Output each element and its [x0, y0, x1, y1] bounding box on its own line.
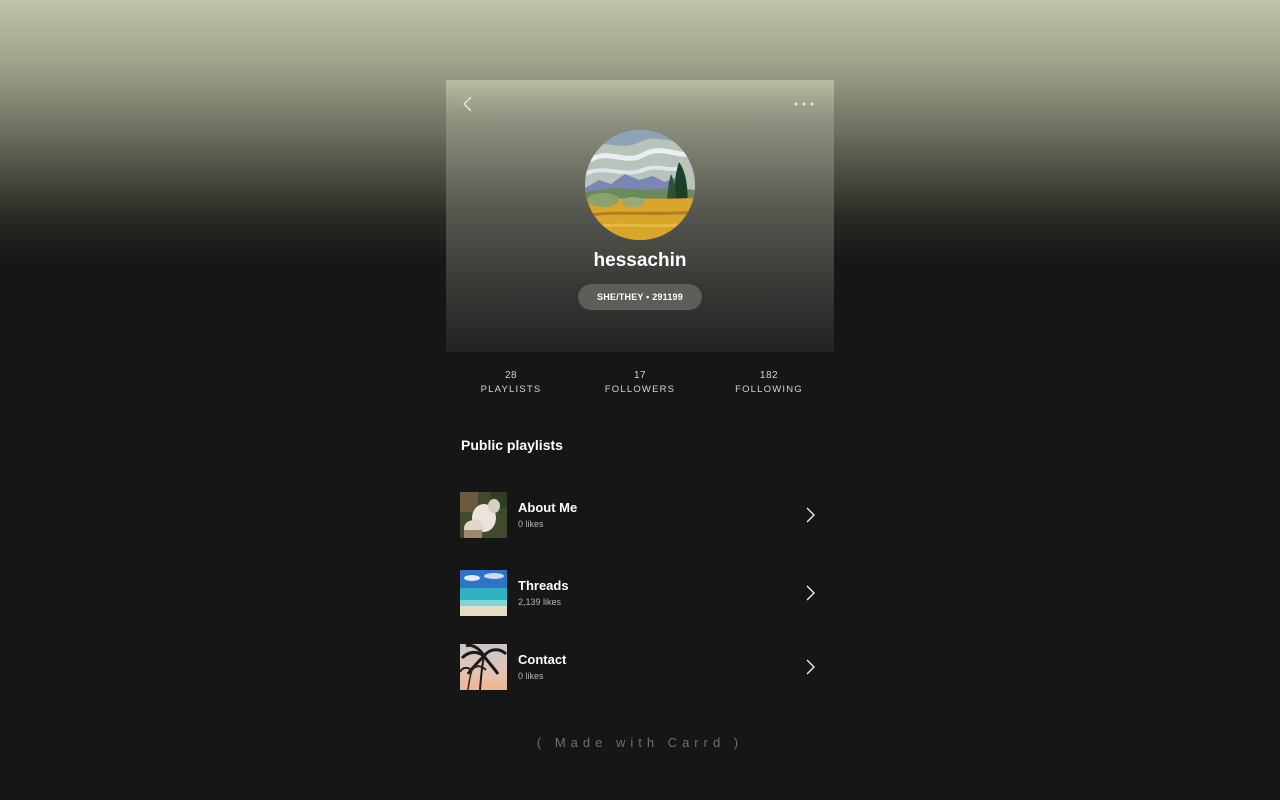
playlist-thumbnail — [460, 492, 507, 538]
section-title: Public playlists — [461, 437, 563, 453]
playlist-cover-image — [460, 492, 507, 538]
playlist-name: Contact — [518, 652, 567, 667]
stat-label: FOLLOWING — [735, 384, 803, 395]
playlist-likes: 2,139 likes — [518, 597, 562, 607]
profile-badge[interactable]: SHE/THEY • 291199 — [578, 284, 702, 310]
playlist-likes: 0 likes — [518, 519, 544, 529]
chevron-right-icon — [806, 507, 815, 523]
profile-card: hessachin SHE/THEY • 291199 28 PLAYLISTS… — [446, 80, 834, 800]
avatar-painting-image — [585, 130, 695, 240]
more-options-button[interactable] — [792, 94, 816, 114]
playlist-thumbnail — [460, 644, 507, 690]
stat-value: 28 — [504, 370, 518, 381]
username: hessachin — [593, 250, 687, 271]
playlist-item-contact[interactable]: Contact 0 likes — [460, 644, 824, 690]
playlist-cover-image — [460, 644, 507, 690]
back-button[interactable] — [458, 94, 478, 114]
chevron-right-icon — [806, 659, 815, 675]
playlist-cover-image — [460, 570, 507, 616]
chevron-right-icon — [806, 585, 815, 601]
more-horizontal-icon — [794, 102, 814, 106]
stat-value: 17 — [633, 370, 647, 381]
stat-following[interactable]: 182 FOLLOWING — [714, 370, 824, 395]
avatar — [585, 130, 695, 240]
stat-label: FOLLOWERS — [604, 384, 676, 395]
chevron-left-icon — [463, 96, 472, 112]
playlist-item-about-me[interactable]: About Me 0 likes — [460, 492, 824, 538]
profile-header: hessachin SHE/THEY • 291199 — [446, 80, 834, 352]
playlist-thumbnail — [460, 570, 507, 616]
stat-playlists[interactable]: 28 PLAYLISTS — [456, 370, 566, 395]
stat-label: PLAYLISTS — [480, 384, 542, 395]
stat-followers[interactable]: 17 FOLLOWERS — [585, 370, 695, 395]
stat-value: 182 — [759, 370, 779, 381]
profile-stats: 28 PLAYLISTS 17 FOLLOWERS 182 FOLLOWING — [446, 370, 834, 400]
playlist-item-threads[interactable]: Threads 2,139 likes — [460, 570, 824, 616]
playlist-name: About Me — [518, 500, 578, 515]
playlist-name: Threads — [518, 578, 569, 593]
playlist-likes: 0 likes — [518, 671, 544, 681]
made-with-carrd-link[interactable]: ( Made with Carrd ) — [446, 735, 834, 750]
